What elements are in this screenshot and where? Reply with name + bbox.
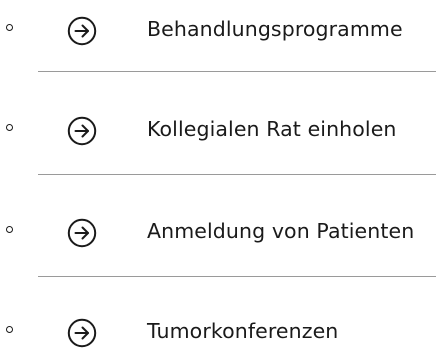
bullet-icon	[6, 226, 13, 233]
divider	[38, 174, 436, 175]
arrow-right-circle-icon[interactable]	[66, 15, 98, 47]
list-item[interactable]: Anmeldung von Patienten	[0, 212, 436, 252]
arrow-right-circle-icon[interactable]	[66, 217, 98, 249]
arrow-right-circle-icon[interactable]	[66, 317, 98, 349]
list-item[interactable]: Behandlungsprogramme	[0, 10, 436, 50]
divider	[38, 71, 436, 72]
bullet-icon	[6, 124, 13, 131]
list-item[interactable]: Tumorkonferenzen	[0, 312, 436, 352]
arrow-right-circle-icon[interactable]	[66, 115, 98, 147]
bullet-icon	[6, 24, 13, 31]
link-kollegialen-rat[interactable]: Kollegialen Rat einholen	[147, 116, 397, 142]
link-anmeldung-patienten[interactable]: Anmeldung von Patienten	[147, 218, 414, 244]
link-behandlungsprogramme[interactable]: Behandlungsprogramme	[147, 16, 403, 42]
divider	[38, 276, 436, 277]
list-item[interactable]: Kollegialen Rat einholen	[0, 110, 436, 150]
bullet-icon	[6, 326, 13, 333]
link-tumorkonferenzen[interactable]: Tumorkonferenzen	[147, 318, 338, 344]
